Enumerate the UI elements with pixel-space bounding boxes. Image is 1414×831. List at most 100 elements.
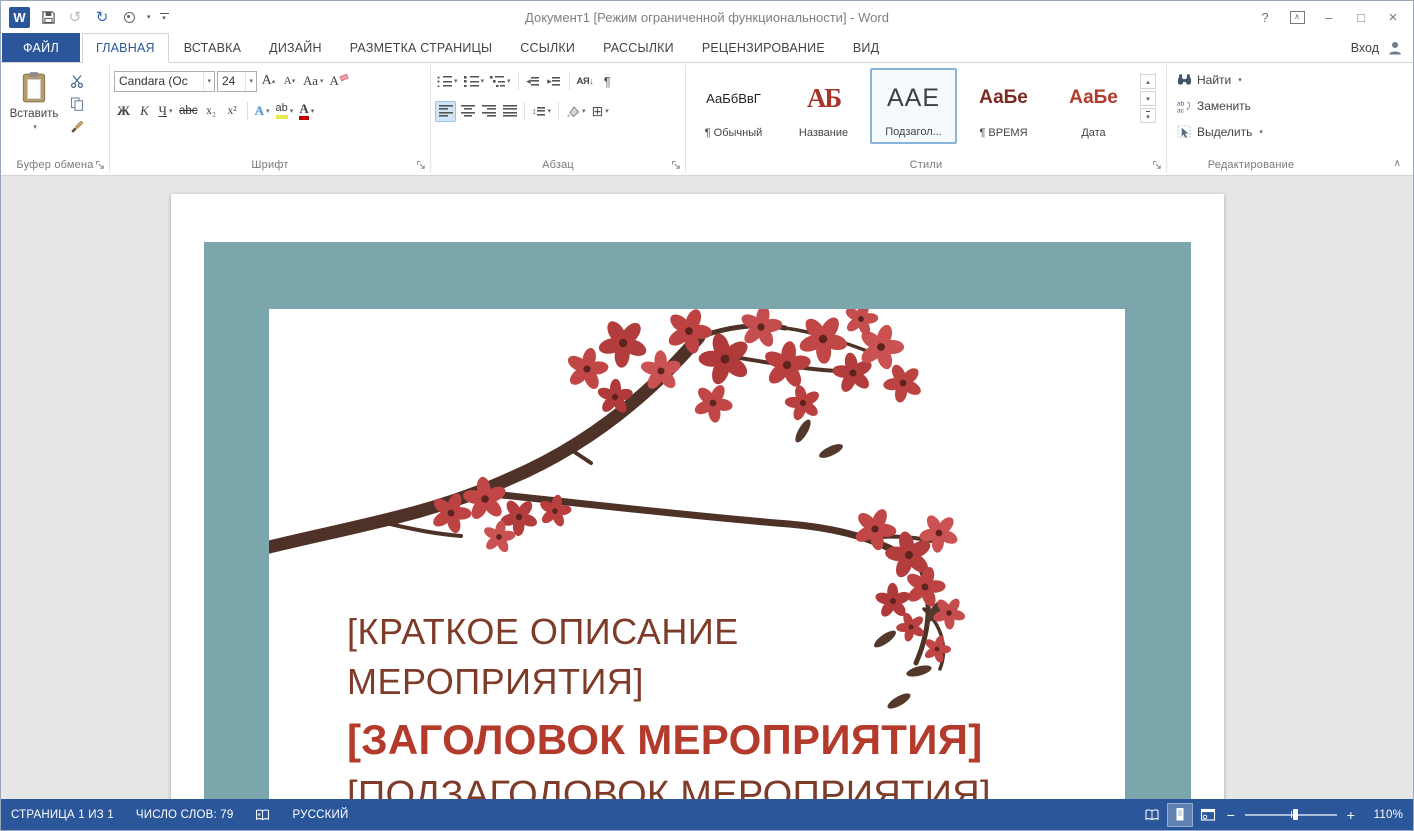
help-button[interactable]: ? <box>1251 5 1279 29</box>
show-paragraph-marks-button[interactable]: ¶ <box>598 71 617 92</box>
text-effects-button[interactable]: А▾ <box>253 101 272 122</box>
subscript-button[interactable]: х₂ <box>202 101 221 122</box>
word-window: W ↺ ↻ ▾ ▾ Документ1 [Режим ограниченной … <box>0 0 1414 831</box>
change-case-button[interactable]: Аа▾ <box>301 71 326 92</box>
tab-references[interactable]: ССЫЛКИ <box>507 33 588 62</box>
select-button[interactable]: Выделить ▾ <box>1177 121 1331 142</box>
web-layout-button[interactable] <box>1195 803 1221 827</box>
superscript-button[interactable]: х² <box>223 101 242 122</box>
close-button[interactable]: × <box>1379 5 1407 29</box>
document-area[interactable]: [КРАТКОЕ ОПИСАНИЕ МЕРОПРИЯТИЯ] [ЗАГОЛОВО… <box>1 176 1413 799</box>
font-family-select[interactable]: Candara (Ос ▾ <box>114 71 215 92</box>
align-left-button[interactable] <box>435 101 456 122</box>
zoom-slider-thumb[interactable] <box>1293 809 1298 820</box>
tab-file[interactable]: ФАЙЛ <box>2 33 80 62</box>
styles-more-button[interactable]: ▾ <box>1140 108 1156 123</box>
numbering-button[interactable]: ▾ <box>462 71 487 92</box>
line-spacing-button[interactable]: ↕▾ <box>530 101 553 122</box>
tab-home[interactable]: ГЛАВНАЯ <box>82 33 169 63</box>
bar-icon <box>160 13 169 14</box>
italic-button[interactable]: К <box>135 101 154 122</box>
highlight-color-button[interactable]: ab▾ <box>274 101 296 122</box>
zoom-slider[interactable] <box>1245 814 1337 816</box>
align-center-icon <box>460 105 475 117</box>
grow-font-button[interactable]: А▴ <box>259 71 278 92</box>
event-subtitle[interactable]: [ПОДЗАГОЛОВОК МЕРОПРИЯТИЯ] <box>347 774 1047 799</box>
touch-mode-caret-icon[interactable]: ▾ <box>147 13 151 21</box>
caret-down-icon: ▾ <box>292 77 296 85</box>
touch-mode-button[interactable] <box>120 7 138 27</box>
tab-insert[interactable]: ВСТАВКА <box>171 33 254 62</box>
styles-scroll-down-button[interactable]: ▾ <box>1140 91 1156 106</box>
multilevel-list-button[interactable]: ▾ <box>488 71 513 92</box>
undo-button[interactable]: ↺ <box>66 7 84 27</box>
sign-in-button[interactable]: Вход <box>1351 33 1413 62</box>
minimize-button[interactable]: – <box>1315 5 1343 29</box>
redo-button[interactable]: ↻ <box>93 7 111 27</box>
ribbon-display-options-button[interactable]: ∧ <box>1283 5 1311 29</box>
binoculars-icon <box>1177 73 1192 87</box>
replace-button[interactable]: ab ac Заменить <box>1177 95 1331 116</box>
decrease-indent-button[interactable]: ◂ <box>524 71 543 92</box>
zoom-in-button[interactable]: + <box>1341 807 1361 823</box>
style-subtitle-selected[interactable]: ААЕ Подзагол... <box>870 68 957 144</box>
shrink-font-button[interactable]: А▾ <box>280 71 299 92</box>
page-indicator[interactable]: СТРАНИЦА 1 ИЗ 1 <box>11 809 114 821</box>
dialog-launcher-icon[interactable] <box>95 160 106 171</box>
style-time[interactable]: АаБе ¶ ВРЕМЯ <box>960 68 1047 144</box>
bold-button[interactable]: Ж <box>114 101 133 122</box>
document-page[interactable]: [КРАТКОЕ ОПИСАНИЕ МЕРОПРИЯТИЯ] [ЗАГОЛОВО… <box>171 194 1224 799</box>
print-layout-button[interactable] <box>1167 803 1193 827</box>
sign-in-label: Вход <box>1351 41 1379 55</box>
underline-button[interactable]: Ч▾ <box>156 101 175 122</box>
styles-scroll-up-button[interactable]: ▴ <box>1140 74 1156 89</box>
save-button[interactable] <box>39 7 57 27</box>
font-size-select[interactable]: 24 ▾ <box>217 71 257 92</box>
style-date[interactable]: АаБе Дата <box>1050 68 1137 144</box>
borders-button[interactable]: ⊞▾ <box>590 101 611 122</box>
copy-button[interactable] <box>67 94 86 113</box>
event-title[interactable]: [ЗАГОЛОВОК МЕРОПРИЯТИЯ] <box>347 716 1047 764</box>
tab-review[interactable]: РЕЦЕНЗИРОВАНИЕ <box>689 33 838 62</box>
cut-button[interactable] <box>67 71 86 90</box>
zoom-level[interactable]: 110% <box>1361 809 1403 821</box>
increase-indent-button[interactable]: ▸ <box>545 71 564 92</box>
chevron-down-icon: ▾ <box>290 107 294 115</box>
style-title[interactable]: АБ Название <box>780 68 867 144</box>
paste-button[interactable]: Вставить ▾ <box>5 69 63 155</box>
flyer-banner[interactable]: [КРАТКОЕ ОПИСАНИЕ МЕРОПРИЯТИЯ] [ЗАГОЛОВО… <box>204 242 1191 799</box>
align-center-button[interactable] <box>458 101 477 122</box>
tab-mailings[interactable]: РАССЫЛКИ <box>590 33 687 62</box>
format-painter-button[interactable] <box>67 117 86 136</box>
sort-button[interactable]: АЯ↓ <box>575 71 596 92</box>
dialog-launcher-icon[interactable] <box>671 160 682 171</box>
align-right-button[interactable] <box>479 101 498 122</box>
language-indicator[interactable]: РУССКИЙ <box>292 809 348 821</box>
dialog-launcher-icon[interactable] <box>1152 160 1163 171</box>
strikethrough-button[interactable]: abc <box>177 101 200 122</box>
shading-button[interactable]: ▾ <box>564 101 588 122</box>
maximize-button[interactable]: □ <box>1347 5 1375 29</box>
read-mode-button[interactable] <box>1139 803 1165 827</box>
tab-design[interactable]: ДИЗАЙН <box>256 33 335 62</box>
proofing-status-button[interactable] <box>255 808 270 822</box>
font-color-button[interactable]: А▾ <box>297 101 316 122</box>
zoom-out-button[interactable]: − <box>1221 807 1241 823</box>
customize-qat-button[interactable]: ▾ <box>160 13 169 21</box>
justify-button[interactable] <box>500 101 519 122</box>
tab-page-layout[interactable]: РАЗМЕТКА СТРАНИЦЫ <box>337 33 506 62</box>
dialog-launcher-icon[interactable] <box>416 160 427 171</box>
titlebar: W ↺ ↻ ▾ ▾ Документ1 [Режим ограниченной … <box>1 1 1413 33</box>
style-normal[interactable]: АаБбВвГ ¶ Обычный <box>690 68 777 144</box>
tab-view[interactable]: ВИД <box>840 33 892 62</box>
event-short-description[interactable]: [КРАТКОЕ ОПИСАНИЕ МЕРОПРИЯТИЯ] <box>347 607 827 708</box>
bullets-button[interactable]: ▾ <box>435 71 460 92</box>
word-logo-icon[interactable]: W <box>9 7 30 28</box>
word-count[interactable]: ЧИСЛО СЛОВ: 79 <box>136 809 234 821</box>
flyer-text-block[interactable]: [КРАТКОЕ ОПИСАНИЕ МЕРОПРИЯТИЯ] [ЗАГОЛОВО… <box>347 607 1047 799</box>
clear-formatting-button[interactable]: А <box>328 71 348 92</box>
collapse-ribbon-button[interactable]: ∧ <box>1394 158 1401 169</box>
flyer-card[interactable]: [КРАТКОЕ ОПИСАНИЕ МЕРОПРИЯТИЯ] [ЗАГОЛОВО… <box>269 309 1125 799</box>
lines-icon <box>552 75 561 87</box>
find-button[interactable]: Найти ▾ <box>1177 69 1331 90</box>
